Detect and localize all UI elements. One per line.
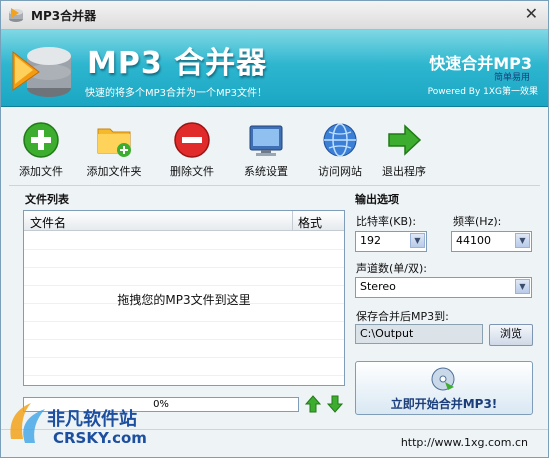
website-url[interactable]: http://www.1xg.com.cn xyxy=(401,436,528,449)
move-up-icon[interactable] xyxy=(305,395,321,413)
app-icon xyxy=(9,8,23,22)
file-list-title: 文件列表 xyxy=(25,193,69,206)
delete-file-button[interactable]: 删除文件 xyxy=(155,119,229,181)
column-divider[interactable] xyxy=(292,211,293,230)
watermark: 非凡软件站 CRSKY.com xyxy=(1,393,171,455)
banner-slogan-sub: 简单易用 xyxy=(493,73,530,83)
logo-icon xyxy=(12,47,71,97)
toolbar: 添加文件 添加文件夹 删除文件 系统设置 访问网站 退出程序 xyxy=(1,107,548,183)
app-name: MP3 合并器 xyxy=(87,46,268,81)
save-path-label: 保存合并后MP3到: xyxy=(356,310,449,323)
watermark-title: 非凡软件站 xyxy=(47,409,137,430)
move-down-icon[interactable] xyxy=(327,395,343,413)
settings-button[interactable]: 系统设置 xyxy=(229,119,303,181)
chevron-down-icon: ▼ xyxy=(410,233,425,248)
title-bar[interactable]: MP3合并器 ✕ xyxy=(1,1,548,30)
bitrate-label: 比特率(KB): xyxy=(356,215,417,228)
bitrate-select[interactable]: 192 ▼ xyxy=(355,231,427,252)
arrow-right-icon xyxy=(388,124,422,156)
channels-select[interactable]: Stereo ▼ xyxy=(355,277,532,298)
channels-label: 声道数(单/双): xyxy=(356,262,427,275)
exit-label: 退出程序 xyxy=(382,165,426,178)
add-file-button[interactable]: 添加文件 xyxy=(4,119,78,181)
add-folder-button[interactable]: 添加文件夹 xyxy=(77,119,151,181)
visit-site-button[interactable]: 访问网站 xyxy=(303,119,377,181)
col-format[interactable]: 格式 xyxy=(298,214,322,231)
delete-file-label: 删除文件 xyxy=(170,165,214,178)
window-title: MP3合并器 xyxy=(31,9,97,23)
file-list-header: 文件名 格式 xyxy=(24,211,344,231)
add-folder-label: 添加文件夹 xyxy=(86,165,142,178)
divider xyxy=(9,185,540,186)
channels-value: Stereo xyxy=(360,280,396,293)
samplerate-label: 频率(Hz): xyxy=(453,215,502,228)
add-icon xyxy=(23,122,59,158)
add-file-label: 添加文件 xyxy=(19,165,63,178)
close-icon[interactable]: ✕ xyxy=(525,4,538,23)
exit-button[interactable]: 退出程序 xyxy=(367,119,441,181)
delete-icon xyxy=(174,122,210,158)
chevron-down-icon: ▼ xyxy=(515,233,530,248)
bitrate-value: 192 xyxy=(360,234,381,247)
drop-hint: 拖拽您的MP3文件到这里 xyxy=(117,293,251,307)
folder-add-icon xyxy=(97,128,131,157)
samplerate-select[interactable]: 44100 ▼ xyxy=(451,231,532,252)
output-options-title: 输出选项 xyxy=(355,193,399,206)
chevron-down-icon: ▼ xyxy=(515,279,530,294)
app-window: MP3合并器 ✕ MP3 合并器 快速的将多个MP3合并为一个MP3文件！ 快速… xyxy=(0,0,549,458)
banner: MP3 合并器 快速的将多个MP3合并为一个MP3文件！ 快速合并MP3 简单易… xyxy=(1,30,548,107)
samplerate-value: 44100 xyxy=(456,234,491,247)
visit-site-label: 访问网站 xyxy=(318,165,362,178)
disc-icon xyxy=(431,367,455,391)
globe-icon xyxy=(323,123,357,157)
powered-by: Powered By 1XG第一效果 xyxy=(427,87,538,97)
col-filename[interactable]: 文件名 xyxy=(30,214,66,231)
browse-button[interactable]: 浏览 xyxy=(489,324,533,346)
monitor-icon xyxy=(249,125,283,156)
settings-label: 系统设置 xyxy=(244,165,288,178)
watermark-logo-icon xyxy=(10,403,45,443)
file-list[interactable]: 文件名 格式 拖拽您的MP3文件到这里 xyxy=(23,210,345,386)
start-merge-label: 立即开始合并MP3! xyxy=(390,397,498,411)
save-path-field[interactable]: C:\Output xyxy=(355,324,483,344)
start-merge-button[interactable]: 立即开始合并MP3! xyxy=(355,361,533,415)
watermark-sub: CRSKY.com xyxy=(53,429,147,447)
banner-subtitle: 快速的将多个MP3合并为一个MP3文件！ xyxy=(85,88,268,99)
